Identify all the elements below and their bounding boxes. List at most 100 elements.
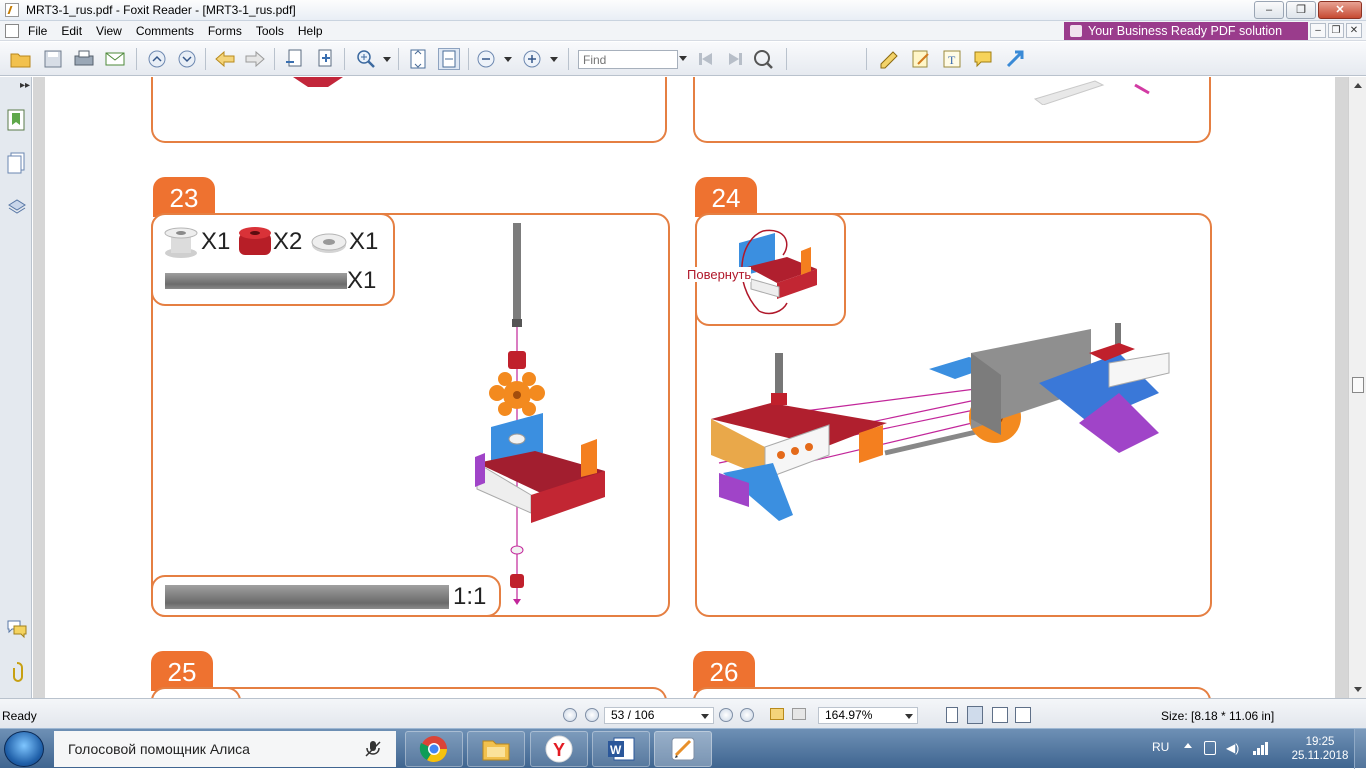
first-page-icon[interactable] [563, 708, 577, 722]
extract-page-icon[interactable] [284, 48, 306, 70]
foxit-taskbar-button[interactable] [654, 731, 712, 767]
page-dropdown-icon[interactable] [701, 714, 709, 719]
restore-button[interactable]: ❐ [1286, 1, 1316, 19]
scroll-thumb[interactable] [1352, 377, 1364, 393]
layers-panel-icon[interactable] [7, 195, 26, 215]
step-22-panel [151, 77, 667, 143]
bookmarks-panel-icon[interactable] [7, 109, 25, 131]
forward-arrow-icon[interactable] [244, 48, 266, 70]
fit-page-icon[interactable] [407, 48, 429, 70]
print-icon[interactable] [73, 48, 95, 70]
continuous-view-icon[interactable] [967, 706, 983, 724]
window-title: MRT3-1_rus.pdf - Foxit Reader - [MRT3-1_… [26, 3, 296, 17]
menu-edit[interactable]: Edit [61, 24, 82, 38]
step-24-number: 24 [695, 177, 757, 217]
foxit-app-icon[interactable] [5, 3, 19, 17]
close-button[interactable]: ✕ [1318, 1, 1362, 19]
save-icon[interactable] [42, 48, 64, 70]
zoom-in-magnifier-icon[interactable] [355, 48, 377, 70]
word-taskbar-button[interactable]: W [592, 731, 650, 767]
microphone-icon[interactable] [364, 740, 382, 758]
find-previous-icon[interactable] [695, 48, 717, 70]
find-next-icon[interactable] [724, 48, 746, 70]
next-view-icon[interactable] [792, 708, 806, 720]
document-viewport[interactable]: 23 X1 X2 X1 X1 1:1 24 Повернуть 25 26 [33, 77, 1348, 698]
comment-bubble-icon[interactable] [972, 48, 994, 70]
clock[interactable]: 19:25 25.11.2018 [1290, 735, 1350, 763]
step-26-number: 26 [693, 651, 755, 691]
action-center-icon[interactable] [1204, 741, 1216, 755]
find-input[interactable] [578, 50, 678, 69]
text-box-icon[interactable]: T [941, 48, 963, 70]
toolbar-separator [786, 48, 787, 70]
previous-view-icon[interactable] [770, 708, 784, 720]
continuous-facing-view-icon[interactable] [1015, 707, 1031, 723]
doc-restore-button[interactable]: ❐ [1328, 23, 1344, 38]
explorer-taskbar-button[interactable] [467, 731, 525, 767]
doc-minimize-button[interactable]: – [1310, 23, 1326, 38]
show-hidden-icons-icon[interactable] [1184, 743, 1192, 748]
find-dropdown-icon[interactable] [679, 56, 687, 61]
word-icon: W [608, 737, 635, 761]
promo-banner[interactable]: Your Business Ready PDF solution [1064, 22, 1308, 40]
menu-view[interactable]: View [96, 24, 122, 38]
previous-page-icon[interactable] [146, 48, 168, 70]
zoom-level-field[interactable]: 164.97% [818, 707, 918, 724]
facing-view-icon[interactable] [992, 707, 1008, 723]
document-icon[interactable] [5, 24, 19, 38]
step-24-rotate-inset: Повернуть [687, 213, 846, 326]
open-folder-icon[interactable] [10, 48, 32, 70]
arrow-annotation-icon[interactable] [1004, 48, 1026, 70]
voice-assistant-bar[interactable]: Голосовой помощник Алиса [54, 731, 396, 767]
previous-page-status-icon[interactable] [585, 708, 599, 722]
scroll-down-icon[interactable] [1354, 687, 1362, 692]
toolbar-separator [398, 48, 399, 70]
zoom-in-icon[interactable] [521, 48, 543, 70]
next-page-icon[interactable] [176, 48, 198, 70]
expand-panel-icon[interactable]: ▸▸ [20, 80, 30, 91]
comments-panel-icon[interactable] [7, 619, 27, 639]
note-pencil-icon[interactable] [910, 48, 932, 70]
minimize-button[interactable]: – [1254, 1, 1284, 19]
zoom-out-dropdown-icon[interactable] [502, 48, 514, 70]
keyboard-language[interactable]: RU [1152, 740, 1169, 754]
step-23-number: 23 [153, 177, 215, 217]
clock-date: 25.11.2018 [1291, 750, 1349, 762]
red-bushing-icon [239, 227, 271, 255]
menu-help[interactable]: Help [298, 24, 323, 38]
network-signal-icon[interactable] [1252, 741, 1270, 755]
email-icon[interactable] [104, 48, 126, 70]
chrome-taskbar-button[interactable] [405, 731, 463, 767]
typewriter-icon[interactable] [878, 48, 900, 70]
vertical-scrollbar[interactable] [1348, 77, 1366, 698]
zoom-out-icon[interactable] [475, 48, 497, 70]
single-page-view-icon[interactable] [946, 707, 958, 723]
doc-close-button[interactable]: ✕ [1346, 23, 1362, 38]
volume-icon[interactable]: ◀) [1226, 742, 1239, 754]
attachments-panel-icon[interactable] [7, 661, 25, 683]
pages-panel-icon[interactable] [7, 152, 25, 174]
fit-width-icon[interactable] [438, 48, 460, 70]
toolbar-separator [205, 48, 206, 70]
menu-forms[interactable]: Forms [208, 24, 242, 38]
insert-page-icon[interactable] [314, 48, 336, 70]
show-desktop-button[interactable] [1354, 729, 1366, 769]
next-page-status-icon[interactable] [719, 708, 733, 722]
search-icon[interactable] [752, 48, 774, 70]
last-page-icon[interactable] [740, 708, 754, 722]
menu-file[interactable]: File [28, 24, 47, 38]
menu-comments[interactable]: Comments [136, 24, 194, 38]
zoom-level-dropdown-icon[interactable] [905, 714, 913, 719]
start-button[interactable] [4, 731, 44, 767]
page-number-field[interactable]: 53 / 106 [604, 707, 714, 724]
menu-tools[interactable]: Tools [256, 24, 284, 38]
back-arrow-icon[interactable] [214, 48, 236, 70]
toolbar-separator [568, 48, 569, 70]
scroll-up-icon[interactable] [1354, 83, 1362, 88]
zoom-in-dropdown-icon[interactable] [548, 48, 560, 70]
zoom-dropdown-icon[interactable] [381, 48, 393, 70]
title-bar: MRT3-1_rus.pdf - Foxit Reader - [MRT3-1_… [0, 0, 1366, 21]
yandex-taskbar-button[interactable]: Y [530, 731, 588, 767]
step-24-panel: Повернуть [687, 213, 1212, 617]
pdf-page: 23 X1 X2 X1 X1 1:1 24 Повернуть 25 26 [45, 77, 1335, 698]
